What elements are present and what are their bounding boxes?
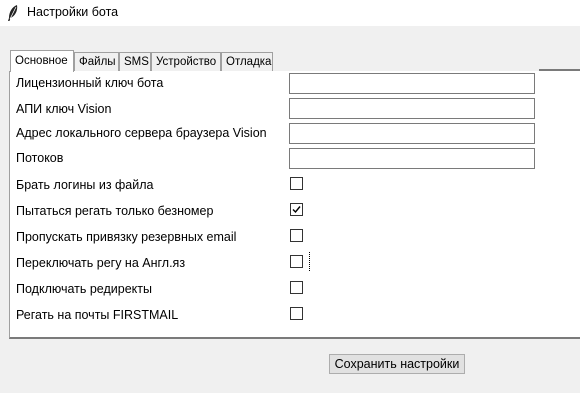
redirects-label: Подключать редиректы [16,282,152,296]
tab-device[interactable]: Устройство [151,52,221,71]
tab-debug[interactable]: Отладка [221,52,273,71]
skip-backup-email-checkbox[interactable] [290,229,303,242]
tab-main[interactable]: Основное [10,50,74,72]
license-key-input[interactable] [289,73,535,94]
window-title: Настройки бота [27,5,119,19]
skip-backup-email-label: Пропускать привязку резервных email [16,230,237,244]
tab-sms[interactable]: SMS [119,52,151,71]
no-phone-reg-label: Пытаться регать только безномер [16,204,214,218]
license-key-label: Лицензионный ключ бота [16,76,164,90]
vision-api-key-input[interactable] [289,98,535,119]
firstmail-checkbox[interactable] [290,307,303,320]
vision-api-key-label: АПИ ключ Vision [16,102,112,116]
vision-server-address-input[interactable] [289,123,535,144]
firstmail-label: Регать на почты FIRSTMAIL [16,308,179,322]
switch-reg-english-checkbox[interactable] [290,255,303,268]
tab-files[interactable]: Файлы [74,52,119,71]
title-bar: Настройки бота [0,0,580,26]
no-phone-reg-checkbox[interactable] [290,203,303,216]
threads-label: Потоков [16,151,64,165]
save-settings-button[interactable]: Сохранить настройки [329,354,465,374]
logins-from-file-checkbox[interactable] [290,177,303,190]
focus-indicator [309,252,310,271]
threads-input[interactable] [289,148,535,169]
vision-server-address-label: Адрес локального сервера браузера Vision [16,126,267,140]
redirects-checkbox[interactable] [290,281,303,294]
switch-reg-english-label: Переключать регу на Англ.яз [16,256,186,270]
checkmark-icon [292,206,301,214]
feather-icon [8,5,18,21]
logins-from-file-label: Брать логины из файла [16,178,154,192]
